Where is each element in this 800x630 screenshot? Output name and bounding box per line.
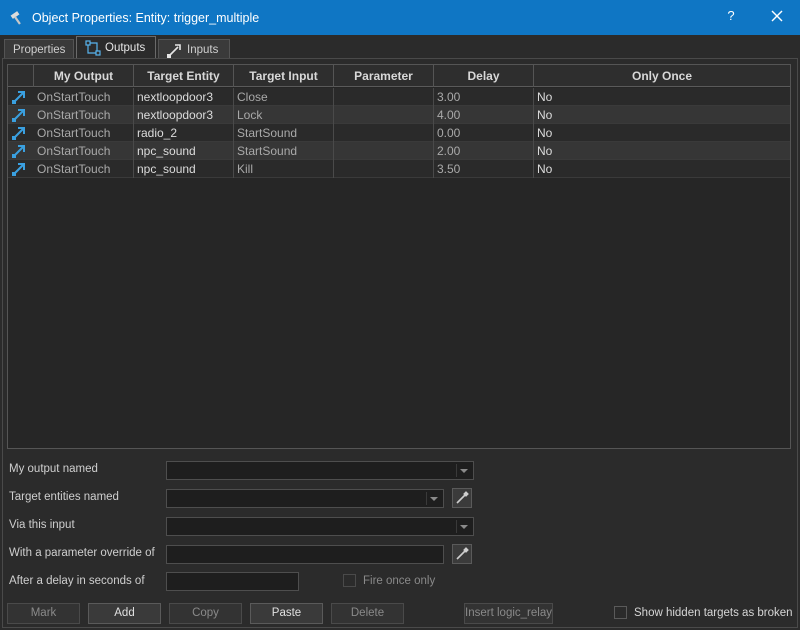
cell-target-entity: npc_sound — [134, 160, 234, 178]
cell-target-entity: nextloopdoor3 — [134, 88, 234, 106]
cell-my-output: OnStartTouch — [34, 124, 134, 142]
output-connection-icon — [11, 89, 27, 105]
via-input-combo[interactable] — [166, 517, 474, 536]
outputs-table[interactable]: My Output Target Entity Target Input Par… — [7, 64, 791, 449]
cell-target-input: StartSound — [234, 124, 334, 142]
add-button[interactable]: Add — [88, 603, 161, 624]
my-output-label: My output named — [9, 463, 98, 475]
cell-parameter — [334, 124, 434, 142]
outputs-connection-icon — [85, 40, 101, 56]
cell-target-entity: radio_2 — [134, 124, 234, 142]
cell-target-entity: npc_sound — [134, 142, 234, 160]
tab-properties[interactable]: Properties — [4, 39, 74, 59]
cell-only-once: No — [537, 144, 553, 158]
tab-properties-label: Properties — [13, 43, 66, 56]
chevron-down-icon — [460, 525, 468, 529]
table-row[interactable]: OnStartTouch radio_2 StartSound 0.00 No — [8, 124, 790, 142]
table-row[interactable]: OnStartTouch nextloopdoor3 Lock 4.00 No — [8, 106, 790, 124]
close-icon — [771, 10, 783, 22]
copy-button[interactable]: Copy — [169, 603, 242, 624]
my-output-combo[interactable] — [166, 461, 474, 480]
window-title: Object Properties: Entity: trigger_multi… — [32, 10, 260, 25]
column-header-only-once[interactable]: Only Once — [534, 65, 790, 87]
tab-inputs-label: Inputs — [187, 43, 219, 56]
cell-delay: 0.00 — [434, 124, 534, 142]
output-connection-icon — [11, 125, 27, 141]
delay-label: After a delay in seconds of — [9, 575, 145, 587]
column-header-my-output[interactable]: My Output — [34, 65, 134, 87]
cell-only-once: No — [537, 126, 553, 140]
table-row[interactable]: OnStartTouch nextloopdoor3 Close 3.00 No — [8, 88, 790, 106]
cell-my-output: OnStartTouch — [34, 106, 134, 124]
insert-logic-relay-button[interactable]: Insert logic_relay — [464, 603, 553, 624]
table-row[interactable]: OnStartTouch npc_sound Kill 3.50 No — [8, 160, 790, 178]
chevron-down-icon — [460, 469, 468, 473]
output-connection-icon — [11, 107, 27, 123]
cell-target-input: Lock — [234, 106, 334, 124]
cell-target-input: Kill — [234, 160, 334, 178]
output-connection-icon — [11, 161, 27, 177]
target-entities-label: Target entities named — [9, 491, 119, 503]
hammer-icon — [8, 9, 26, 27]
parameter-override-field[interactable] — [166, 545, 444, 564]
cell-delay: 2.00 — [434, 142, 534, 160]
cell-target-entity: nextloopdoor3 — [134, 106, 234, 124]
inputs-connection-icon — [167, 42, 183, 58]
title-bar: Object Properties: Entity: trigger_multi… — [0, 0, 800, 35]
cell-target-input: Close — [234, 88, 334, 106]
cell-delay: 4.00 — [434, 106, 534, 124]
fire-once-label: Fire once only — [363, 575, 436, 587]
target-entities-combo[interactable] — [166, 489, 444, 508]
cell-target-input: StartSound — [234, 142, 334, 160]
pick-parameter-button[interactable] — [452, 544, 472, 564]
table-header: My Output Target Entity Target Input Par… — [8, 65, 790, 87]
tab-outputs[interactable]: Outputs — [76, 36, 156, 59]
cell-only-once: No — [537, 162, 553, 176]
cell-parameter — [334, 88, 434, 106]
table-row[interactable]: OnStartTouch npc_sound StartSound 2.00 No — [8, 142, 790, 160]
output-connection-icon — [11, 143, 27, 159]
cell-parameter — [334, 142, 434, 160]
column-header-target-entity[interactable]: Target Entity — [134, 65, 234, 87]
fire-once-checkbox[interactable] — [343, 574, 356, 587]
show-hidden-targets-label: Show hidden targets as broken — [634, 607, 793, 619]
eyedropper-icon — [456, 547, 469, 560]
cell-delay: 3.00 — [434, 88, 534, 106]
delay-field[interactable] — [166, 572, 299, 591]
cell-my-output: OnStartTouch — [34, 160, 134, 178]
cell-delay: 3.50 — [434, 160, 534, 178]
mark-button[interactable]: Mark — [7, 603, 80, 624]
cell-my-output: OnStartTouch — [34, 142, 134, 160]
close-button[interactable] — [768, 6, 786, 26]
tab-inputs[interactable]: Inputs — [158, 39, 230, 59]
tab-bar: Properties Outputs Inputs — [0, 35, 800, 59]
pick-entity-button[interactable] — [452, 488, 472, 508]
cell-parameter — [334, 106, 434, 124]
cell-only-once: No — [537, 90, 553, 104]
column-header-target-input[interactable]: Target Input — [234, 65, 334, 87]
cell-only-once: No — [537, 108, 553, 122]
delete-button[interactable]: Delete — [331, 603, 404, 624]
column-header-parameter[interactable]: Parameter — [334, 65, 434, 87]
show-hidden-targets-checkbox[interactable] — [614, 606, 627, 619]
icon-column-header — [8, 65, 34, 87]
column-header-delay[interactable]: Delay — [434, 65, 534, 87]
chevron-down-icon — [430, 497, 438, 501]
via-input-label: Via this input — [9, 519, 75, 531]
eyedropper-icon — [456, 491, 469, 504]
cell-parameter — [334, 160, 434, 178]
tab-outputs-label: Outputs — [105, 42, 146, 54]
help-button[interactable]: ? — [724, 8, 738, 23]
parameter-override-label: With a parameter override of — [9, 547, 155, 559]
paste-button[interactable]: Paste — [250, 603, 323, 624]
cell-my-output: OnStartTouch — [34, 88, 134, 106]
